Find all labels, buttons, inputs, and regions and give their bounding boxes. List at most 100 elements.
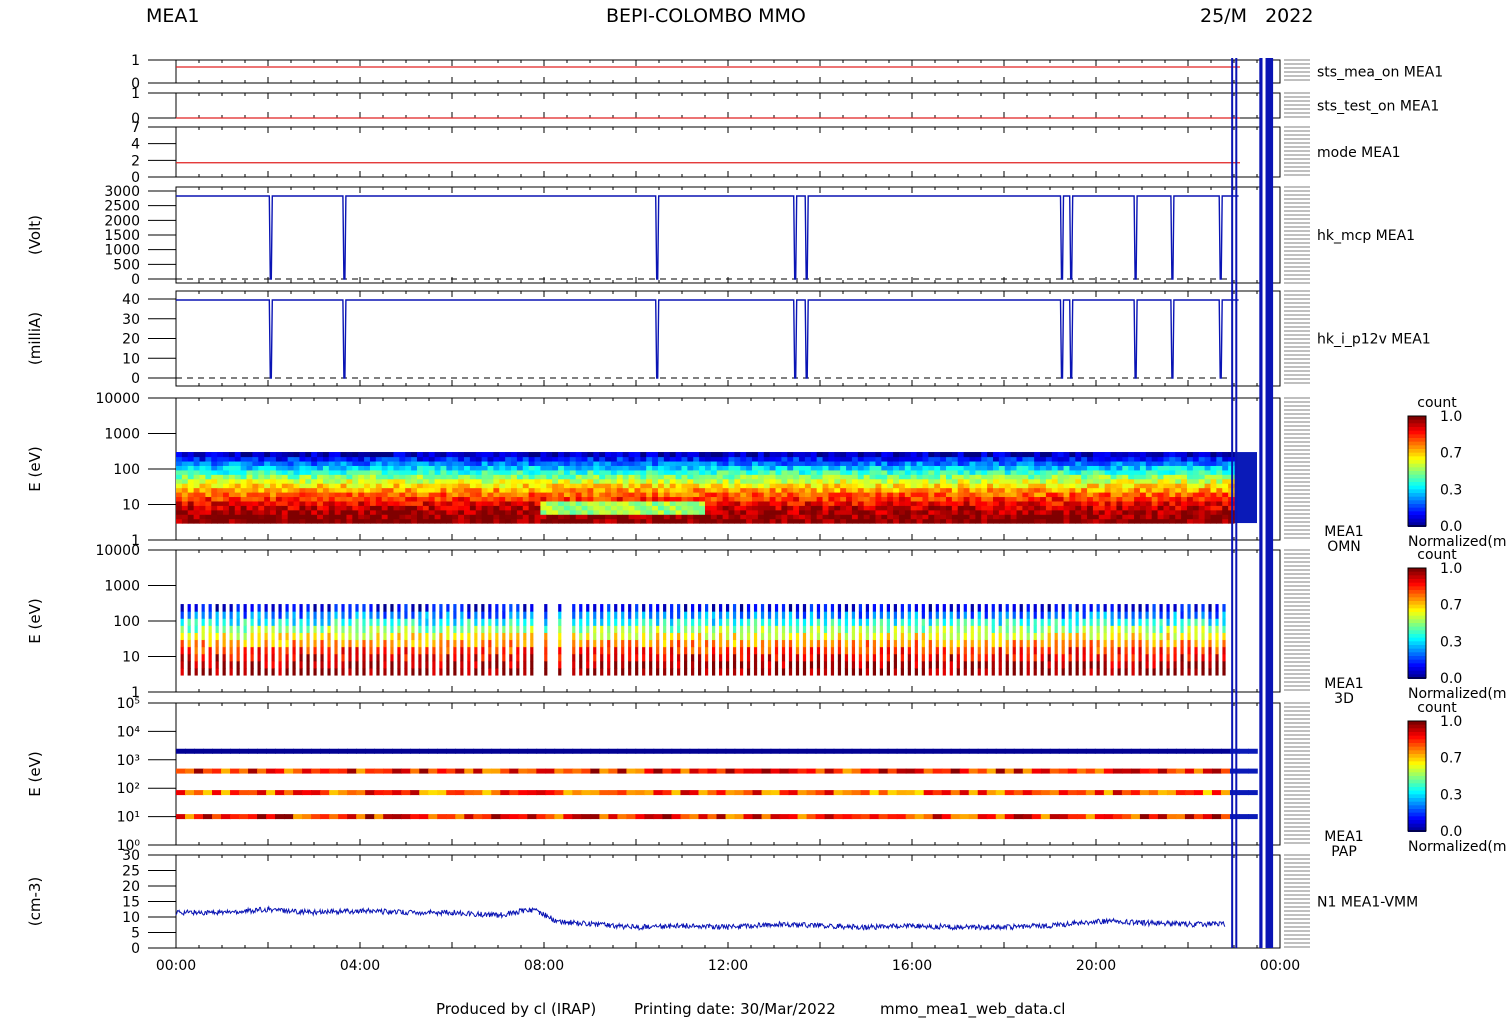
spectro-cell	[716, 509, 724, 515]
spectro-cell	[540, 487, 547, 493]
spectro-cell	[652, 483, 659, 489]
spectro-band	[257, 646, 261, 655]
spectro-cell	[799, 491, 806, 498]
spectro-band	[984, 604, 988, 612]
spectro-cell	[1198, 509, 1206, 515]
spectro-band	[649, 632, 653, 641]
spectro-band	[215, 667, 219, 676]
spectro-cell	[1181, 452, 1188, 458]
spectro-cell	[281, 500, 289, 506]
spectro-band	[180, 660, 184, 669]
spectro-cell	[610, 465, 618, 471]
spectro-cell	[569, 474, 577, 480]
spectro-cell	[922, 456, 929, 462]
spectro-cell	[1075, 500, 1082, 506]
spectro-cell	[234, 452, 242, 458]
spectro-cell	[1151, 491, 1159, 498]
spectro-cell	[540, 483, 547, 489]
spectro-band	[753, 611, 758, 619]
spectro-cell	[475, 505, 483, 511]
spectro-cell	[981, 509, 988, 515]
spectro-band	[474, 667, 478, 676]
spectro-cell	[446, 518, 453, 524]
spectro-band	[453, 667, 457, 676]
spectro-cell	[981, 496, 988, 502]
spectro-cell	[1169, 496, 1176, 502]
spectro-band	[383, 653, 387, 662]
spectro-cell	[528, 505, 536, 511]
spectro-band	[886, 639, 890, 648]
spectro-cell	[440, 514, 447, 520]
spectro-cell	[575, 496, 583, 502]
spectro-cell	[1028, 469, 1035, 475]
spectro-cell	[781, 491, 788, 498]
spectro-cell	[1134, 496, 1141, 502]
spectro-band	[320, 611, 324, 619]
spectro-cell	[505, 460, 512, 466]
spectro-band	[656, 639, 660, 648]
spectro-cell	[458, 509, 465, 515]
spectro-cell	[563, 496, 571, 502]
spectro-cell	[1075, 483, 1082, 489]
spectro-band	[495, 632, 499, 641]
spectro-band	[558, 646, 562, 655]
spectro-band	[942, 660, 946, 669]
spectro-cell	[1040, 491, 1047, 498]
spectro-cell	[176, 474, 183, 480]
spectro-cell	[781, 487, 788, 493]
spectro-band	[208, 660, 212, 669]
spectro-cell	[1204, 469, 1212, 475]
spectro-cell	[369, 496, 377, 502]
spectro-cell	[1169, 487, 1176, 493]
spectro-cell	[446, 474, 453, 480]
spectro-band	[698, 604, 702, 612]
spectro-cell	[910, 452, 918, 458]
spectro-band	[935, 653, 939, 662]
spectro-band	[453, 660, 457, 669]
spectro-cell	[1216, 456, 1223, 462]
spectro-band	[481, 660, 485, 669]
spectro-cell	[311, 460, 318, 466]
spectro-cell	[675, 483, 683, 489]
spectro-band	[481, 646, 485, 655]
spectro-cell	[1098, 478, 1106, 484]
spectro-band	[614, 639, 618, 648]
spectro-cell	[1169, 483, 1176, 489]
spectro-cell	[240, 509, 248, 515]
spectro-cell	[1134, 487, 1141, 493]
spectro-cell	[228, 500, 236, 506]
spectro-cell	[693, 483, 700, 489]
spectro-cell	[546, 456, 553, 462]
spectro-band	[362, 653, 366, 662]
spectro-cell	[305, 474, 312, 480]
spectro-cell	[217, 465, 224, 471]
spectro-cell	[1128, 460, 1135, 466]
spectro-cell	[1051, 469, 1059, 475]
spectro-band	[222, 639, 226, 648]
spectro-band	[732, 604, 737, 612]
spectro-band	[705, 646, 709, 655]
spectro-cell	[211, 518, 218, 524]
y-tick-label: 1	[131, 53, 140, 69]
spectro-cell	[822, 500, 830, 506]
spectro-cell	[834, 452, 841, 458]
spectro-band	[684, 604, 688, 612]
spectro-cell	[675, 456, 683, 462]
spectro-cell	[1092, 465, 1100, 471]
spectro-cell	[522, 483, 530, 489]
spectro-cell	[469, 456, 477, 462]
spectro-cell	[863, 500, 871, 506]
spectro-cell	[628, 500, 636, 506]
spectro-cell	[1163, 505, 1170, 511]
spectro-cell	[710, 478, 718, 484]
spectro-band	[187, 604, 191, 612]
spectro-cell	[593, 456, 600, 462]
spectro-cell	[1081, 505, 1088, 511]
spectro-cell	[416, 491, 424, 498]
spectro-cell	[1169, 491, 1176, 498]
spectro-band	[236, 625, 240, 633]
spectro-cell	[1040, 483, 1047, 489]
spectro-cell	[399, 452, 406, 458]
spectro-cell	[887, 483, 894, 489]
spectro-band	[313, 667, 317, 676]
